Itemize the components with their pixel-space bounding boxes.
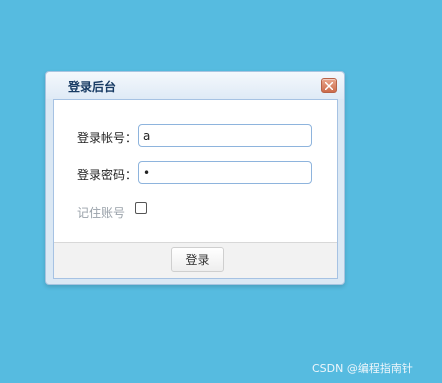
dialog-body: 登录帐号： 登录密码： 记住账号 登录 — [53, 99, 338, 279]
password-field[interactable] — [138, 161, 312, 184]
password-label: 登录密码： — [77, 168, 138, 182]
dialog-footer: 登录 — [54, 242, 337, 278]
close-icon — [325, 82, 333, 90]
dialog-titlebar: 登录后台 — [46, 72, 344, 99]
username-field[interactable] — [138, 124, 312, 147]
remember-account-label: 记住账号 — [77, 206, 126, 220]
login-dialog: 登录后台 登录帐号： 登录密码： 记住账号 登录 — [45, 71, 345, 285]
remember-account-checkbox[interactable] — [135, 202, 147, 214]
login-button[interactable]: 登录 — [171, 247, 224, 272]
dialog-title: 登录后台 — [68, 80, 117, 94]
username-label: 登录帐号： — [77, 131, 138, 145]
close-button[interactable] — [321, 78, 337, 93]
watermark: CSDN @编程指南针 — [312, 362, 413, 375]
